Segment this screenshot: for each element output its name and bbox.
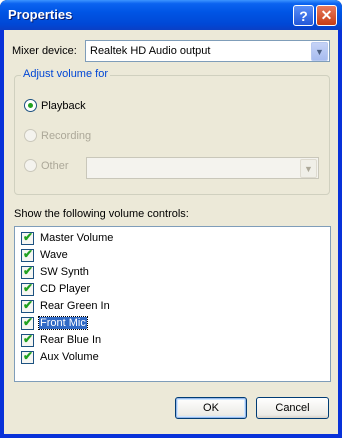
cancel-label: Cancel: [275, 402, 310, 414]
checkbox[interactable]: ✔: [21, 298, 34, 313]
mixer-device-value: Realtek HD Audio output: [90, 45, 211, 57]
list-item[interactable]: ✔ Aux Volume: [15, 349, 325, 366]
list-item-label: Front Mic: [38, 316, 88, 330]
list-item[interactable]: ✔ Wave: [15, 247, 325, 264]
list-item-label: Wave: [40, 249, 68, 261]
checkbox[interactable]: ✔: [21, 315, 34, 330]
title-bar[interactable]: Properties ? ✕: [0, 0, 342, 30]
check-icon: ✔: [23, 247, 34, 261]
check-icon: ✔: [23, 315, 34, 329]
checkbox[interactable]: ✔: [21, 349, 34, 364]
list-item[interactable]: ✔ Master Volume: [15, 230, 325, 247]
recording-radio[interactable]: [24, 129, 37, 142]
check-icon: ✔: [23, 332, 34, 346]
other-radio[interactable]: [24, 159, 37, 172]
list-item-label: SW Synth: [40, 266, 89, 278]
checkbox[interactable]: ✔: [21, 332, 34, 347]
other-label[interactable]: Other: [41, 160, 69, 172]
list-item-selected[interactable]: ✔ Front Mic: [15, 315, 325, 332]
mixer-device-select[interactable]: Realtek HD Audio output ▼: [85, 40, 330, 62]
recording-label[interactable]: Recording: [41, 130, 91, 142]
list-item-label: Aux Volume: [40, 351, 99, 363]
volume-controls-label: Show the following volume controls:: [14, 208, 189, 220]
checkbox[interactable]: ✔: [21, 247, 34, 262]
dialog-body: Mixer device: Realtek HD Audio output ▼ …: [4, 30, 338, 434]
playback-label[interactable]: Playback: [41, 100, 86, 112]
help-button[interactable]: ?: [293, 5, 314, 26]
list-item-label: Rear Blue In: [40, 334, 102, 346]
ok-label: OK: [203, 402, 219, 414]
check-icon: ✔: [23, 264, 34, 278]
list-item[interactable]: ✔ CD Player: [15, 281, 325, 298]
close-icon: ✕: [320, 7, 333, 23]
chevron-down-icon[interactable]: ▼: [311, 42, 328, 61]
list-item-label: CD Player: [40, 283, 91, 295]
check-icon: ✔: [23, 281, 34, 295]
list-item-label: Master Volume: [40, 232, 114, 244]
adjust-volume-title: Adjust volume for: [21, 68, 110, 80]
checkbox[interactable]: ✔: [21, 230, 34, 245]
check-icon: ✔: [23, 230, 34, 244]
list-item[interactable]: ✔ Rear Green In: [15, 298, 325, 315]
playback-radio[interactable]: [24, 99, 37, 112]
checkbox[interactable]: ✔: [21, 264, 34, 279]
other-device-select[interactable]: ▼: [86, 157, 319, 179]
chevron-down-icon[interactable]: ▼: [300, 159, 317, 178]
list-item[interactable]: ✔ Rear Blue In: [15, 332, 325, 349]
list-item-label: Rear Green In: [40, 300, 110, 312]
ok-button[interactable]: OK: [175, 397, 247, 419]
close-button[interactable]: ✕: [316, 5, 337, 26]
list-item[interactable]: ✔ SW Synth: [15, 264, 325, 281]
checkbox[interactable]: ✔: [21, 281, 34, 296]
check-icon: ✔: [23, 349, 34, 363]
mixer-device-label: Mixer device:: [12, 45, 77, 57]
cancel-button[interactable]: Cancel: [256, 397, 329, 419]
window-frame-bottom: [0, 434, 342, 438]
window-frame-right: [338, 30, 342, 438]
window-title: Properties: [8, 7, 73, 22]
volume-controls-list[interactable]: ✔ Master Volume ✔ Wave ✔ SW Synth ✔ CD P…: [14, 226, 331, 382]
check-icon: ✔: [23, 298, 34, 312]
help-icon: ?: [299, 7, 308, 24]
properties-dialog: Properties ? ✕ Mixer device: Realtek HD …: [0, 0, 342, 438]
